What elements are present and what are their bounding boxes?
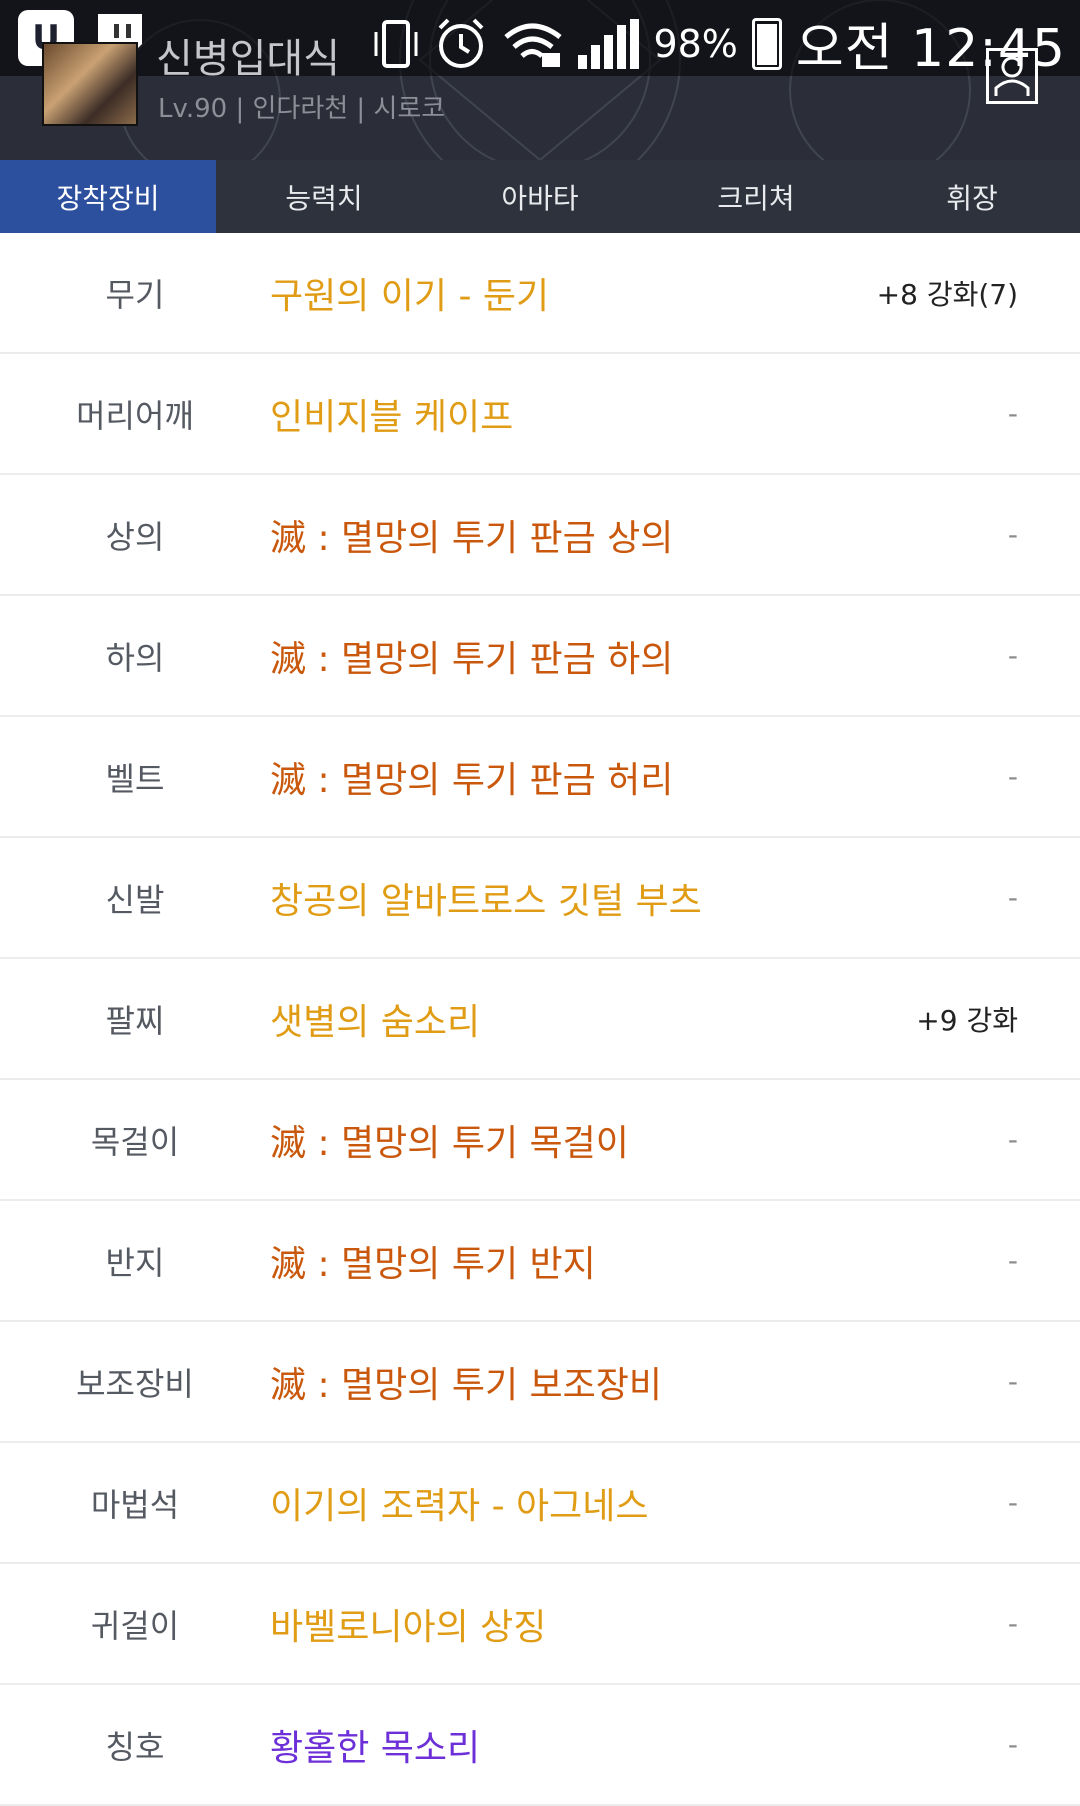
slot-label: 신발 [105,880,165,919]
item-enhancement: +8 강화(7) [876,277,1018,311]
battery-icon [751,17,782,70]
item-enhancement: - [1007,639,1018,672]
equipment-row[interactable]: 귀걸이 바벨로니아의 상징 - [0,1564,1080,1685]
character-name: 신병입대식 [156,36,340,82]
character-avatar[interactable] [42,42,138,126]
item-name[interactable]: 인비지블 케이프 [270,388,513,440]
item-enhancement: - [1007,518,1018,551]
slot-label: 반지 [105,1243,165,1282]
equipment-row[interactable]: 목걸이 滅 : 멸망의 투기 목걸이 - [0,1080,1080,1201]
item-enhancement: - [1007,1123,1018,1156]
equipment-row[interactable]: 벨트 滅 : 멸망의 투기 판금 허리 - [0,717,1080,838]
slot-label: 팔찌 [105,1001,165,1040]
item-name[interactable]: 滅 : 멸망의 투기 판금 상의 [270,509,673,561]
slot-label: 벨트 [105,759,165,798]
equipment-list: 무기 구원의 이기 - 둔기 +8 강화(7) 머리어깨 인비지블 케이프 - … [0,233,1080,1806]
battery-percent: 98% [653,21,738,66]
equipment-row[interactable]: 보조장비 滅 : 멸망의 투기 보조장비 - [0,1322,1080,1443]
slot-label: 무기 [105,275,165,314]
item-name[interactable]: 滅 : 멸망의 투기 목걸이 [270,1114,629,1166]
tab-avatar[interactable]: 아바타 [432,160,648,233]
signal-strength-icon [578,18,640,69]
item-enhancement: - [1007,881,1018,914]
slot-label: 칭호 [105,1727,165,1766]
slot-label: 귀걸이 [90,1606,180,1645]
equipment-row[interactable]: 반지 滅 : 멸망의 투기 반지 - [0,1201,1080,1322]
slot-label: 목걸이 [90,1122,180,1161]
profile-button[interactable] [986,48,1038,104]
item-enhancement: - [1007,760,1018,793]
item-enhancement: - [1007,1244,1018,1277]
vibrate-icon [374,19,418,68]
item-name[interactable]: 창공의 알바트로스 깃털 부츠 [270,872,702,924]
item-name[interactable]: 滅 : 멸망의 투기 반지 [270,1235,596,1287]
slot-label: 마법석 [90,1485,180,1524]
item-enhancement: - [1007,1728,1018,1761]
alarm-icon [439,18,484,68]
equipment-row[interactable]: 신발 창공의 알바트로스 깃털 부츠 - [0,838,1080,959]
tab-bar: 장착장비 능력치 아바타 크리쳐 휘장 [0,160,1080,233]
item-enhancement: +9 강화 [916,1003,1018,1037]
item-enhancement: - [1007,1365,1018,1398]
wifi-lock-icon [504,23,562,67]
item-enhancement: - [1007,1607,1018,1640]
slot-label: 상의 [105,517,165,556]
item-name[interactable]: 滅 : 멸망의 투기 판금 하의 [270,630,673,682]
tab-equipment[interactable]: 장착장비 [0,160,216,233]
item-enhancement: - [1007,1486,1018,1519]
item-name[interactable]: 구원의 이기 - 둔기 [270,267,549,319]
item-name[interactable]: 滅 : 멸망의 투기 판금 허리 [270,751,673,803]
item-enhancement: - [1007,397,1018,430]
slot-label: 머리어깨 [76,396,194,435]
tab-creature[interactable]: 크리쳐 [648,160,864,233]
equipment-row[interactable]: 상의 滅 : 멸망의 투기 판금 상의 - [0,475,1080,596]
equipment-row[interactable]: 무기 구원의 이기 - 둔기 +8 강화(7) [0,233,1080,354]
slot-label: 보조장비 [76,1364,194,1403]
slot-label: 하의 [105,638,165,677]
equipment-row[interactable]: 마법석 이기의 조력자 - 아그네스 - [0,1443,1080,1564]
tab-emblem[interactable]: 휘장 [864,160,1080,233]
person-icon [994,56,1030,96]
item-name[interactable]: 황홀한 목소리 [270,1719,480,1771]
item-name[interactable]: 샛별의 숨소리 [270,993,480,1045]
character-header: U 98% 오전 12:45 신병입대식 Lv.90 | 인다라천 | 시로코 [0,0,1080,160]
item-name[interactable]: 滅 : 멸망의 투기 보조장비 [270,1356,662,1408]
equipment-row[interactable]: 머리어깨 인비지블 케이프 - [0,354,1080,475]
character-info: Lv.90 | 인다라천 | 시로코 [158,94,446,124]
item-name[interactable]: 이기의 조력자 - 아그네스 [270,1477,649,1529]
tab-stats[interactable]: 능력치 [216,160,432,233]
item-name[interactable]: 바벨로니아의 상징 [270,1598,546,1650]
equipment-row[interactable]: 팔찌 샛별의 숨소리 +9 강화 [0,959,1080,1080]
equipment-row[interactable]: 하의 滅 : 멸망의 투기 판금 하의 - [0,596,1080,717]
